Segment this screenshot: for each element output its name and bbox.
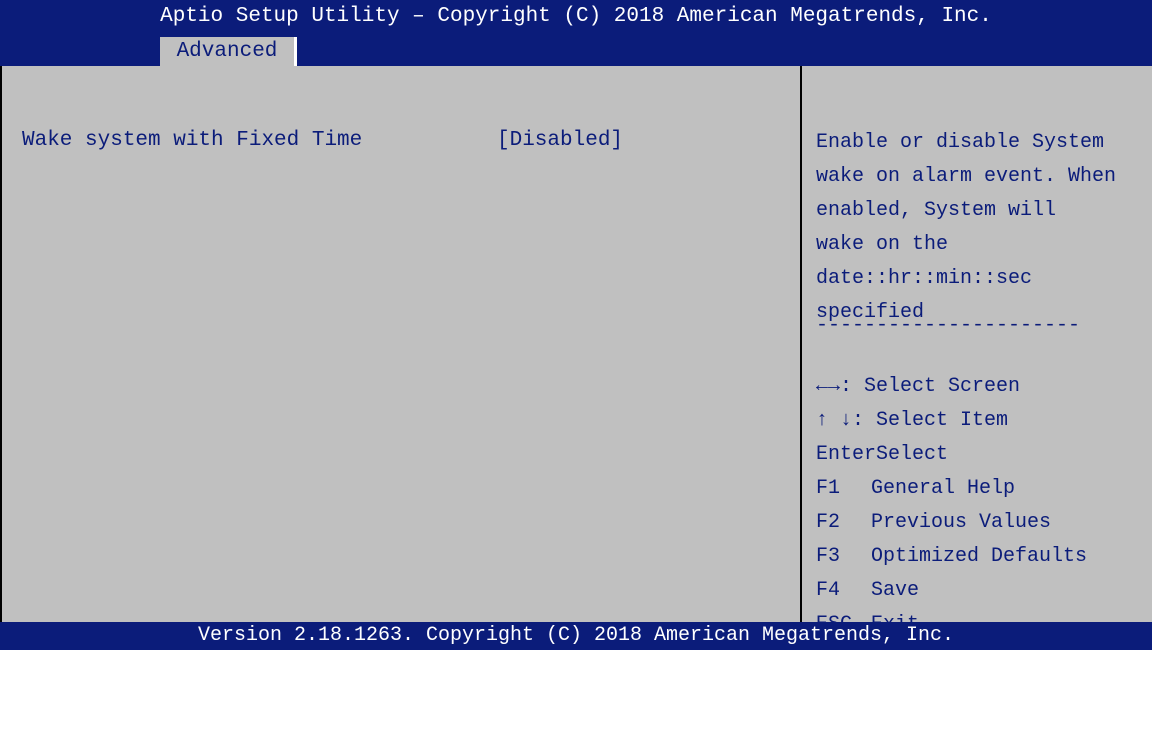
help-description: Enable or disable System wake on alarm e… — [816, 126, 1150, 330]
key-row-select-item: ↑ ↓: Select Item — [816, 404, 1150, 438]
key-name: F2 — [816, 511, 841, 534]
tab-advanced[interactable]: Advanced — [160, 37, 297, 66]
title-bar: Aptio Setup Utility – Copyright (C) 2018… — [0, 0, 1152, 34]
bios-screen: Aptio Setup Utility – Copyright (C) 2018… — [0, 0, 1152, 650]
key-row-f1: F1 General Help — [816, 472, 1150, 506]
footer-version: Version 2.18.1263. Copyright (C) 2018 Am… — [0, 622, 1152, 650]
key-name: EnterSelect — [816, 443, 949, 466]
help-separator: ---------------------- — [816, 314, 1081, 337]
help-line: enabled, System will — [816, 199, 1057, 222]
help-line: wake on the — [816, 233, 949, 256]
setting-value[interactable]: [Disabled] — [497, 129, 623, 152]
help-panel: Enable or disable System wake on alarm e… — [802, 66, 1152, 636]
key-description: Optimized Defaults — [871, 545, 1088, 568]
key-row-select-screen: ←→: Select Screen — [816, 370, 1150, 404]
key-description: Save — [871, 579, 920, 602]
key-row-enter: EnterSelect — [816, 438, 1150, 472]
key-name: F3 — [816, 545, 841, 568]
key-description: ↑ ↓: Select Item — [816, 409, 1009, 432]
settings-panel: Wake system with Fixed Time [Disabled] — [0, 66, 802, 622]
help-line: date::hr::min::sec — [816, 267, 1033, 290]
key-row-f4: F4 Save — [816, 574, 1150, 608]
help-line: wake on alarm event. When — [816, 165, 1117, 188]
help-line: Enable or disable System — [816, 131, 1105, 154]
setting-label: Wake system with Fixed Time — [22, 129, 363, 152]
key-name: F1 — [816, 477, 841, 500]
key-row-f3: F3 Optimized Defaults — [816, 540, 1150, 574]
key-name: F4 — [816, 579, 841, 602]
key-description: General Help — [871, 477, 1016, 500]
tab-bar: Advanced — [0, 34, 1152, 66]
key-legend: ←→: Select Screen ↑ ↓: Select Item Enter… — [816, 370, 1150, 642]
setting-wake-system-fixed-time[interactable]: Wake system with Fixed Time [Disabled] — [22, 129, 782, 157]
key-row-f2: F2 Previous Values — [816, 506, 1150, 540]
key-description: ←→: Select Screen — [816, 375, 1021, 398]
key-description: Previous Values — [871, 511, 1052, 534]
